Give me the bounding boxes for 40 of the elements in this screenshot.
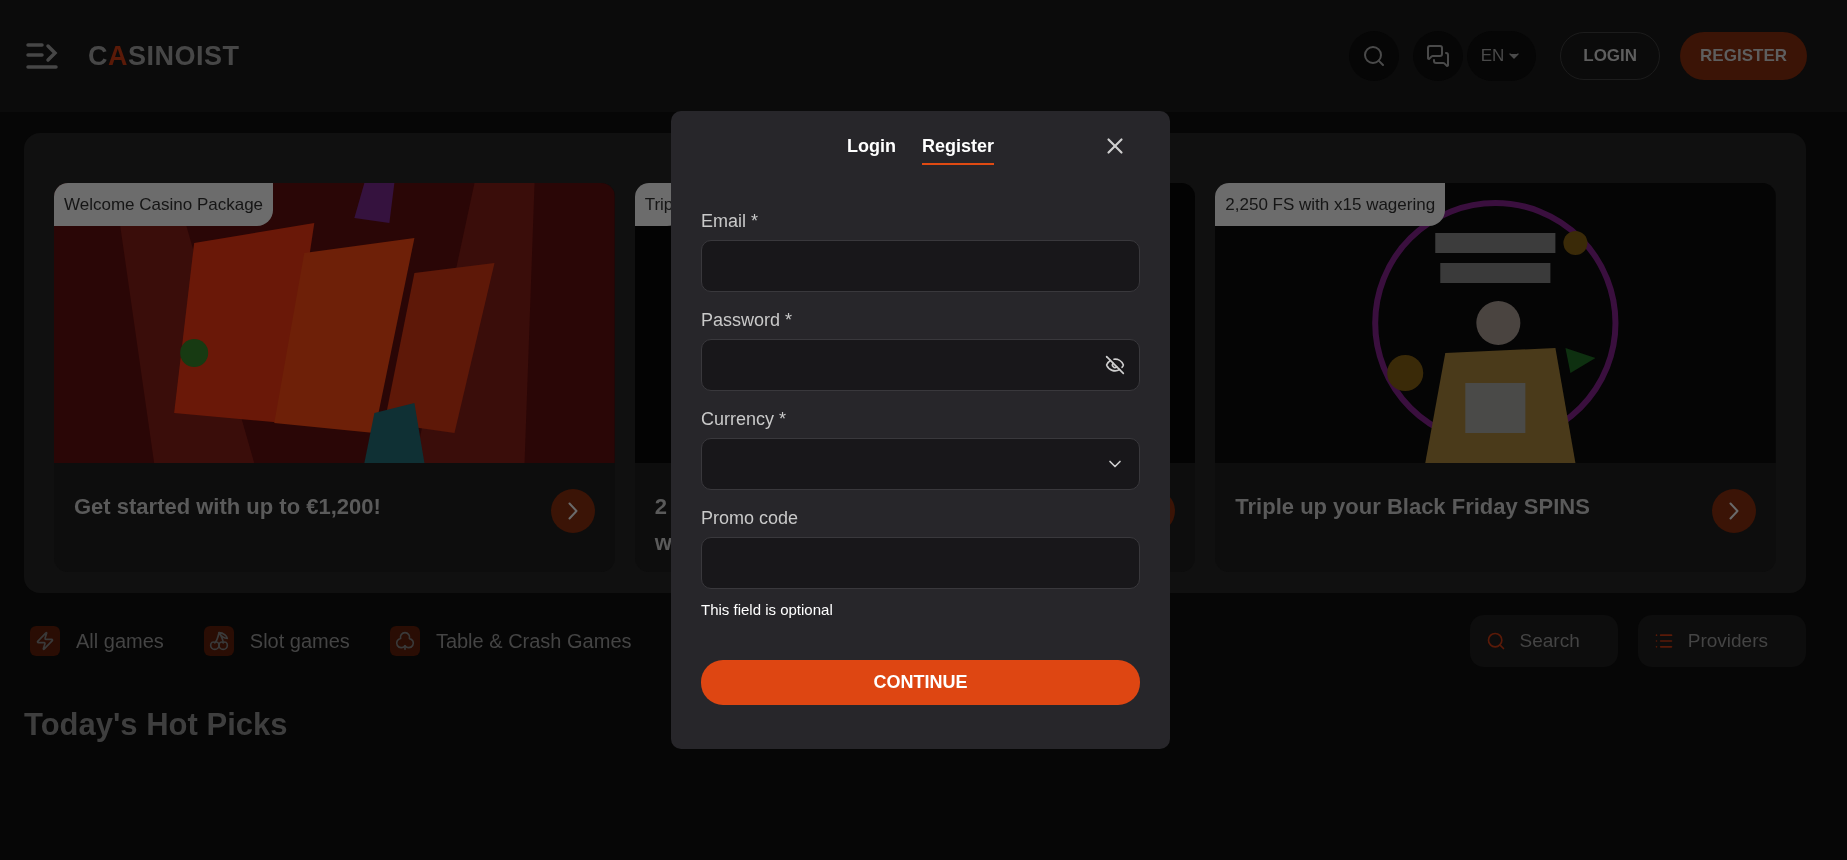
- list-icon: [1653, 631, 1674, 651]
- lightning-icon: [30, 626, 60, 656]
- password-field[interactable]: [701, 339, 1140, 391]
- field-hint: This field is optional: [701, 601, 834, 618]
- arrow-button[interactable]: [1712, 489, 1756, 533]
- promo-title: w: [654, 529, 672, 557]
- dialog-tab[interactable]: Register: [921, 135, 994, 165]
- menu-icon[interactable]: [26, 42, 58, 70]
- field-label: Email *: [701, 211, 759, 232]
- arrow-button[interactable]: [550, 489, 595, 533]
- promo-title: Triple up your Black Friday SPINS: [1235, 493, 1590, 521]
- section-title: Today's Hot Picks: [24, 707, 289, 743]
- logo[interactable]: CASINOIST: [88, 40, 240, 72]
- promo-badge: 2,250 FS with x15 wagering: [1215, 183, 1446, 226]
- promo-card[interactable]: Welcome Casino Package Get started with up to €1,200!: [54, 183, 615, 572]
- chevron-right-icon: [1729, 502, 1739, 520]
- cherry-icon: [203, 626, 234, 656]
- language-select[interactable]: EN: [1466, 31, 1537, 81]
- field-label: Currency *: [701, 409, 788, 430]
- category-link[interactable]: All games: [30, 626, 164, 656]
- field-label: Promo code: [701, 508, 800, 529]
- currency-select[interactable]: [701, 438, 1140, 490]
- category-link[interactable]: Slot games: [203, 626, 350, 656]
- chevron-right-icon: [567, 502, 578, 520]
- category-link[interactable]: Table & Crash Games: [389, 626, 632, 656]
- continue-button[interactable]: CONTINUE: [701, 660, 1140, 705]
- promo-title: 2: [654, 493, 668, 521]
- dialog-tab[interactable]: Login: [847, 135, 896, 165]
- promo-badge: Welcome Casino Package: [54, 183, 274, 226]
- input-field[interactable]: [701, 240, 1140, 292]
- promo-card[interactable]: 2,250 FS with x15 wagering Triple up your Black Friday SPINS: [1215, 183, 1776, 572]
- club-icon: [389, 626, 420, 656]
- input-field[interactable]: [701, 537, 1140, 589]
- search-icon: [1361, 44, 1386, 68]
- field-label: Password *: [701, 310, 794, 331]
- register-button[interactable]: REGISTER: [1680, 32, 1807, 80]
- search-icon: [1485, 631, 1506, 651]
- eye-off-icon[interactable]: [1105, 355, 1125, 375]
- promo-title: Get started with up to €1,200!: [74, 493, 381, 521]
- chat-icon: [1425, 44, 1450, 68]
